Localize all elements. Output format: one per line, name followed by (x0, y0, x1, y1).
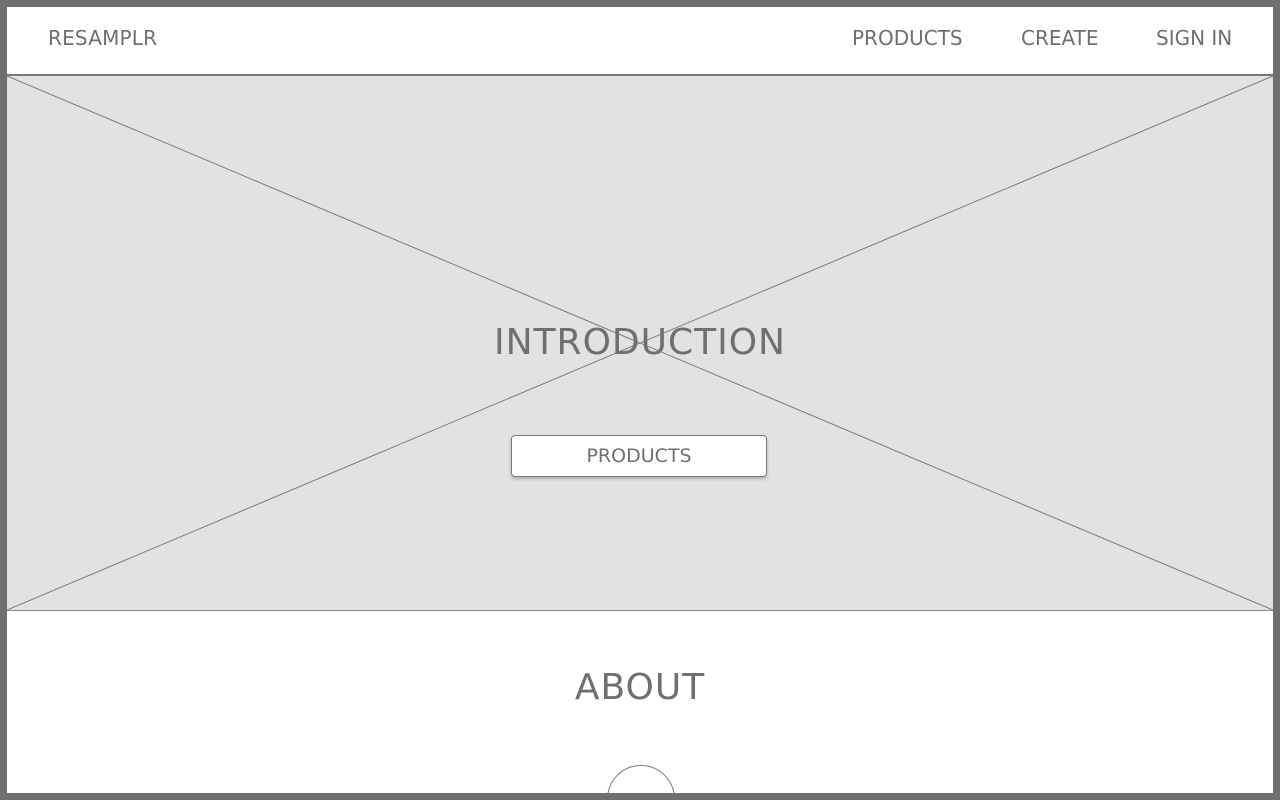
nav-sign-in-link[interactable]: SIGN IN (1156, 26, 1232, 50)
hero-title: INTRODUCTION (494, 322, 786, 363)
hero-products-button[interactable]: PRODUCTS (511, 435, 767, 477)
about-section-title: ABOUT (574, 667, 706, 708)
nav-create-link[interactable]: CREATE (1021, 26, 1098, 50)
top-header: RESAMPLR PRODUCTS CREATE SIGN IN (7, 7, 1273, 76)
hero-image-placeholder: INTRODUCTION PRODUCTS (7, 76, 1273, 611)
wireframe-page: RESAMPLR PRODUCTS CREATE SIGN IN INTRODU… (7, 7, 1273, 793)
nav-products-link[interactable]: PRODUCTS (852, 26, 963, 50)
site-logo[interactable]: RESAMPLR (48, 26, 157, 50)
about-avatar-placeholder (607, 765, 675, 793)
